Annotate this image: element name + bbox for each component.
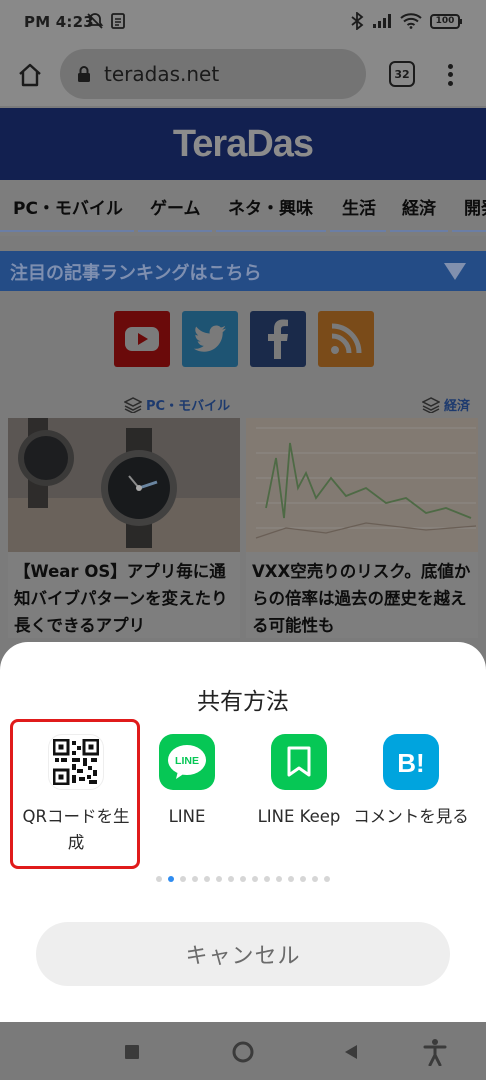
sim-icon (111, 13, 125, 29)
rss-link[interactable] (318, 311, 374, 367)
category-nav: PC・モバイル ゲーム ネタ・興味 生活 経済 開発 (0, 180, 486, 236)
page-indicator-dot (252, 876, 258, 882)
browser-toolbar: teradas.net 32 (0, 44, 486, 106)
overflow-menu-button[interactable] (440, 58, 460, 92)
hatena-bookmark-icon: B! (383, 734, 439, 790)
stock-chart-thumbnail (246, 418, 478, 552)
share-option-label: LINE Keep (257, 807, 341, 826)
svg-text:LINE: LINE (175, 755, 199, 767)
notifications-off-icon (86, 13, 104, 29)
page-indicator-dot (276, 876, 282, 882)
svg-text:B!: B! (397, 748, 424, 777)
cancel-button[interactable]: キャンセル (36, 922, 450, 986)
article-category-text: 経済 (444, 399, 471, 414)
page-indicator-dot (180, 876, 186, 882)
facebook-link[interactable] (250, 311, 306, 367)
page-indicator (0, 876, 486, 882)
recents-icon (125, 1045, 139, 1059)
battery-level: 100 (435, 16, 455, 26)
page-indicator-dot (216, 876, 222, 882)
twitter-link[interactable] (182, 311, 238, 367)
page-indicator-dot (324, 876, 330, 882)
accessibility-icon (423, 1039, 447, 1066)
nav-item-life[interactable]: 生活 (342, 194, 376, 219)
youtube-link[interactable] (114, 311, 170, 367)
site-header[interactable]: TeraDas (0, 108, 486, 180)
system-navigation-bar (0, 1022, 486, 1080)
tab-switcher-button[interactable]: 32 (389, 61, 415, 87)
page-indicator-dot (264, 876, 270, 882)
rss-icon (331, 323, 362, 354)
back-button[interactable] (337, 1038, 365, 1066)
nav-item-pc-mobile[interactable]: PC・モバイル (13, 194, 123, 219)
home-nav-button[interactable] (229, 1038, 257, 1066)
facebook-icon (268, 319, 288, 359)
page-indicator-dot (228, 876, 234, 882)
layers-icon (124, 396, 142, 413)
article-title[interactable]: 【Wear OS】アプリ毎に通知バイブパターンを変えたり長くできるアプリ (14, 558, 238, 639)
nav-item-game[interactable]: ゲーム (150, 194, 201, 219)
article-category-label[interactable]: 経済 (422, 395, 470, 414)
address-bar[interactable]: teradas.net (60, 49, 366, 99)
url-text: teradas.net (104, 62, 220, 86)
page-indicator-dot (168, 876, 174, 882)
youtube-icon (125, 327, 159, 351)
wifi-icon (400, 13, 422, 29)
ranking-banner-label: 注目の記事ランキングはこちら (10, 263, 262, 284)
tab-count: 32 (394, 67, 410, 81)
share-option-line-keep[interactable]: LINE Keep (239, 734, 359, 830)
home-button[interactable] (14, 59, 46, 91)
page-indicator-dot (192, 876, 198, 882)
smartwatch-thumbnail (8, 418, 240, 552)
accessibility-button[interactable] (421, 1038, 449, 1066)
twitter-icon (193, 325, 226, 352)
layers-icon (422, 396, 440, 413)
article-card[interactable]: 【Wear OS】アプリ毎に通知バイブパターンを変えたり長くできるアプリ (8, 418, 240, 638)
home-circle-icon (232, 1041, 254, 1063)
line-icon: LINE (159, 734, 215, 790)
page-indicator-dot (300, 876, 306, 882)
page-indicator-dot (156, 876, 162, 882)
back-icon (345, 1045, 357, 1059)
article-category-text: PC・モバイル (146, 399, 231, 414)
share-option-hatena[interactable]: B! コメントを見る (351, 734, 471, 830)
share-option-label: LINE (168, 807, 206, 826)
share-sheet-title: 共有方法 (197, 689, 289, 715)
page-indicator-dot (288, 876, 294, 882)
cancel-button-label: キャンセル (185, 944, 301, 969)
share-option-line[interactable]: LINE LINE (127, 734, 247, 830)
status-bar: PM 4:23 100 (0, 0, 486, 44)
nav-item-dev[interactable]: 開発 (464, 194, 486, 219)
home-icon (19, 63, 41, 87)
page-indicator-dot (204, 876, 210, 882)
selection-highlight (10, 719, 140, 869)
triangle-down-icon (444, 263, 466, 280)
line-keep-icon (271, 734, 327, 790)
signal-icon (373, 14, 391, 28)
recents-button[interactable] (118, 1038, 146, 1066)
article-card[interactable]: VXX空売りのリスク。底値からの倍率は過去の歴史を越える可能性も (246, 418, 478, 638)
status-time: PM 4:23 (24, 13, 94, 31)
ranking-banner[interactable]: 注目の記事ランキングはこちら (0, 251, 486, 291)
share-option-label: コメントを見る (353, 807, 469, 826)
site-logo[interactable]: TeraDas (173, 123, 314, 166)
lock-icon (78, 66, 90, 82)
page-indicator-dot (312, 876, 318, 882)
battery-icon: 100 (430, 13, 462, 29)
article-category-label[interactable]: PC・モバイル (124, 395, 230, 414)
bluetooth-icon (351, 12, 364, 30)
article-title[interactable]: VXX空売りのリスク。底値からの倍率は過去の歴史を越える可能性も (252, 558, 476, 639)
nav-item-neta[interactable]: ネタ・興味 (228, 194, 313, 219)
nav-item-economy[interactable]: 経済 (402, 194, 436, 219)
page-indicator-dot (240, 876, 246, 882)
